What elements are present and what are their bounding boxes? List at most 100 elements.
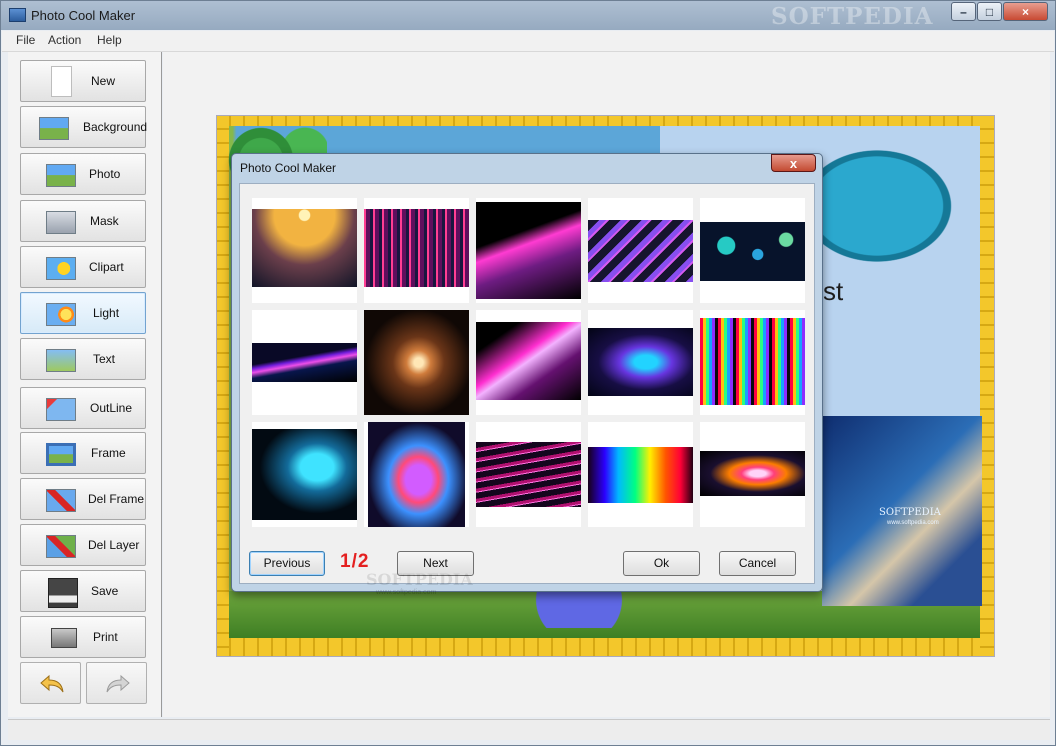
thumbnail-cell[interactable] xyxy=(364,310,469,415)
ok-button[interactable]: Ok xyxy=(623,551,700,576)
thumbnail-image xyxy=(476,442,581,507)
del-frame-button[interactable]: Del Frame xyxy=(20,478,146,520)
thumbnail-image xyxy=(476,322,581,400)
outline-label: OutLine xyxy=(90,401,133,415)
frame-button[interactable]: Frame xyxy=(20,432,146,474)
thumbnail-cell[interactable] xyxy=(252,198,357,303)
mask-icon xyxy=(46,211,76,234)
thumbnail-cell[interactable] xyxy=(252,310,357,415)
thumbnail-image xyxy=(588,328,693,396)
frame-label: Frame xyxy=(91,446,126,460)
page-indicator: 1/2 xyxy=(340,551,370,572)
clipart-button[interactable]: Clipart xyxy=(20,246,146,288)
frame-top-border xyxy=(217,116,994,126)
dialog-watermark: SOFTPEDIA xyxy=(366,570,473,589)
canvas-small-watermark: www.softpedia.com xyxy=(887,520,939,526)
thumbnail-image xyxy=(252,343,357,382)
thumbnail-cell[interactable] xyxy=(700,310,805,415)
thumbnail-cell[interactable] xyxy=(588,310,693,415)
thumbnail-cell[interactable] xyxy=(476,422,581,527)
thumbnail-cell[interactable] xyxy=(700,422,805,527)
blank-page-icon xyxy=(51,66,72,97)
canvas-text: st xyxy=(823,276,844,306)
printer-icon xyxy=(51,628,77,648)
redo-button[interactable] xyxy=(86,662,147,704)
clipart-icon xyxy=(46,257,76,280)
text-button[interactable]: Text xyxy=(20,338,146,380)
thumbnail-image xyxy=(700,451,805,496)
title-bar: Photo Cool Maker SOFTPEDIA – □ × xyxy=(1,1,1055,30)
cancel-button[interactable]: Cancel xyxy=(719,551,796,576)
frame-icon xyxy=(46,443,76,466)
dialog-title: Photo Cool Maker xyxy=(240,161,337,175)
undo-button[interactable] xyxy=(20,662,81,704)
photo-icon xyxy=(46,164,76,187)
thumbnail-cell[interactable] xyxy=(364,422,469,527)
app-icon xyxy=(9,8,26,22)
print-button[interactable]: Print xyxy=(20,616,146,658)
new-button[interactable]: New xyxy=(20,60,146,102)
thumbnail-image xyxy=(588,220,693,282)
delete-layer-icon xyxy=(46,535,76,558)
photo-button[interactable]: Photo xyxy=(20,153,146,195)
thumbnail-image xyxy=(364,209,469,287)
dialog-small-watermark: www.softpedia.com xyxy=(376,589,437,596)
menu-file[interactable]: File xyxy=(16,33,35,47)
thumbnail-cell[interactable] xyxy=(476,310,581,415)
thumbnail-cell[interactable] xyxy=(476,198,581,303)
thumbnail-cell[interactable] xyxy=(588,198,693,303)
close-window-button[interactable]: × xyxy=(1003,2,1048,21)
frame-bottom-border xyxy=(217,638,994,656)
window-title: Photo Cool Maker xyxy=(31,8,136,23)
menu-bar: File Action Help xyxy=(2,31,1054,52)
photo-label: Photo xyxy=(89,167,121,181)
thumbnail-cell[interactable] xyxy=(700,198,805,303)
background-button[interactable]: Background xyxy=(20,106,148,148)
thumbnail-image xyxy=(368,422,465,527)
thumbnail-image xyxy=(476,202,581,299)
thumbnail-image xyxy=(700,222,805,281)
dialog-close-button[interactable]: x xyxy=(771,154,816,172)
text-icon xyxy=(46,349,76,372)
landscape-icon xyxy=(39,117,69,140)
tool-sidebar: New Background Photo Mask Clipart Light … xyxy=(8,52,162,717)
thumbnail-image xyxy=(588,447,693,503)
background-label: Background xyxy=(83,120,148,134)
dialog-body: Previous Next Ok Cancel SOFTPEDIA www.so… xyxy=(239,183,815,596)
save-disk-icon xyxy=(48,578,78,608)
light-dialog: Photo Cool Maker x Previous Next Ok Canc… xyxy=(231,153,823,596)
print-label: Print xyxy=(93,630,118,644)
thumbnail-cell[interactable] xyxy=(588,422,693,527)
save-label: Save xyxy=(91,584,119,598)
mask-button[interactable]: Mask xyxy=(20,200,146,242)
thumbnail-image xyxy=(252,429,357,520)
menu-help[interactable]: Help xyxy=(97,33,122,47)
text-label: Text xyxy=(93,352,116,366)
outline-icon xyxy=(46,398,76,421)
light-button[interactable]: Light xyxy=(20,292,146,334)
thumbnail-cell[interactable] xyxy=(364,198,469,303)
canvas-watermark: SOFTPEDIA xyxy=(879,507,941,518)
clipart-label: Clipart xyxy=(89,260,124,274)
minimize-button[interactable]: – xyxy=(951,2,976,21)
thumbnail-image xyxy=(700,318,805,405)
light-label: Light xyxy=(93,306,120,320)
outline-button[interactable]: OutLine xyxy=(20,387,146,429)
redo-arrow-icon xyxy=(106,674,130,693)
delete-frame-icon xyxy=(46,489,76,512)
undo-arrow-icon xyxy=(40,674,64,693)
mask-label: Mask xyxy=(90,214,119,228)
thumbnail-image xyxy=(252,209,357,287)
frame-right-border xyxy=(980,116,994,656)
status-bar xyxy=(8,719,1050,740)
save-button[interactable]: Save xyxy=(20,570,146,612)
previous-button[interactable]: Previous xyxy=(249,551,325,576)
del-layer-button[interactable]: Del Layer xyxy=(20,524,146,566)
new-label: New xyxy=(91,74,116,88)
thumbnail-cell[interactable] xyxy=(252,422,357,527)
maximize-button[interactable]: □ xyxy=(977,2,1002,21)
title-watermark: SOFTPEDIA xyxy=(771,3,934,30)
del-layer-label: Del Layer xyxy=(88,538,140,552)
del-frame-label: Del Frame xyxy=(88,492,145,506)
menu-action[interactable]: Action xyxy=(48,33,81,47)
